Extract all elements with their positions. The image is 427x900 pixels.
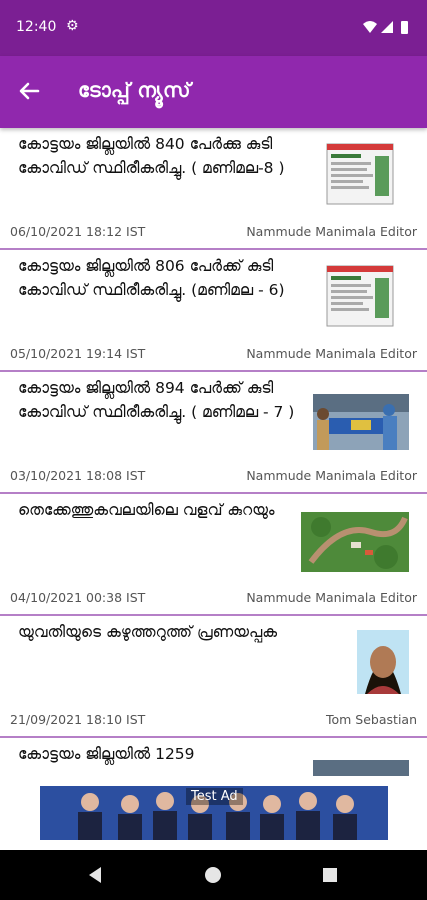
wifi-icon — [363, 21, 377, 33]
news-date: 03/10/2021 18:08 IST — [10, 468, 146, 483]
app-bar: ടോപ്പ് ന്യൂസ് — [0, 56, 427, 128]
news-title[interactable]: തെക്കേത്തുകവലയിലെ വളവ് കുറയും — [18, 498, 298, 522]
news-author: Nammude Manimala Editor — [246, 590, 417, 605]
news-card[interactable]: കോട്ടയം ജില്ലയിൽ 894 പേർക്ക് കുടി കോവിഡ്… — [0, 372, 427, 494]
nav-home-icon[interactable] — [201, 863, 225, 887]
news-card[interactable]: തെക്കേത്തുകവലയിലെ വളവ് കുറയും 04/10/2021… — [0, 494, 427, 616]
ad-label: Test Ad — [186, 788, 243, 805]
health-workers-photo[interactable] — [301, 380, 409, 450]
news-title[interactable]: കോട്ടയം ജില്ലയിൽ 894 പേർക്ക് കുടി കോവിഡ്… — [18, 376, 298, 424]
system-nav-bar — [0, 850, 427, 900]
covid-stats-thumbnail[interactable] — [301, 136, 409, 206]
nav-recents-icon[interactable] — [318, 863, 342, 887]
news-title[interactable]: കോട്ടയം ജില്ലയിൽ 1259 — [18, 742, 298, 766]
status-time: 12:40 — [16, 19, 57, 35]
news-card[interactable]: കോട്ടയം ജില്ലയിൽ 806 പേർക്ക് കുടി കോവിഡ്… — [0, 250, 427, 372]
nav-back-icon[interactable] — [84, 863, 108, 887]
signal-icon — [381, 21, 393, 33]
news-title[interactable]: കോട്ടയം ജില്ലയിൽ 840 പേർക്കു കുടി കോവിഡ്… — [18, 132, 298, 180]
status-bar: 12:40 ⚙ — [0, 0, 427, 56]
news-author: Nammude Manimala Editor — [246, 346, 417, 361]
news-date: 06/10/2021 18:12 IST — [10, 224, 146, 239]
news-author: Nammude Manimala Editor — [246, 468, 417, 483]
news-card[interactable]: യുവതിയുടെ കഴുത്തറുത്ത് പ്രണയപ്പക 21/09/2… — [0, 616, 427, 738]
news-card[interactable]: കോട്ടയം ജില്ലയിൽ 840 പേർക്കു കുടി കോവിഡ്… — [0, 128, 427, 250]
ad-banner[interactable]: Test Ad — [40, 786, 388, 840]
news-author: Nammude Manimala Editor — [246, 224, 417, 239]
status-icons — [363, 21, 408, 34]
news-date: 04/10/2021 00:38 IST — [10, 590, 146, 605]
battery-icon — [401, 21, 408, 34]
news-title[interactable]: യുവതിയുടെ കഴുത്തറുത്ത് പ്രണയപ്പക — [18, 620, 298, 644]
news-date: 05/10/2021 19:14 IST — [10, 346, 146, 361]
health-workers-photo[interactable] — [301, 746, 409, 776]
covid-stats-thumbnail[interactable] — [301, 258, 409, 328]
news-feed[interactable]: കോട്ടയം ജില്ലയിൽ 840 പേർക്കു കുടി കോവിഡ്… — [0, 128, 427, 776]
arrow-back-icon[interactable] — [14, 78, 42, 106]
news-author: Tom Sebastian — [326, 712, 417, 727]
woman-portrait-photo[interactable] — [301, 624, 409, 694]
page-title: ടോപ്പ് ന്യൂസ് — [78, 78, 191, 102]
news-card[interactable]: കോട്ടയം ജില്ലയിൽ 1259 — [0, 738, 427, 776]
aerial-road-photo[interactable] — [301, 502, 409, 572]
news-title[interactable]: കോട്ടയം ജില്ലയിൽ 806 പേർക്ക് കുടി കോവിഡ്… — [18, 254, 298, 302]
news-date: 21/09/2021 18:10 IST — [10, 712, 146, 727]
ad-area: Test Ad — [0, 776, 427, 850]
gear-icon: ⚙ — [66, 18, 79, 34]
